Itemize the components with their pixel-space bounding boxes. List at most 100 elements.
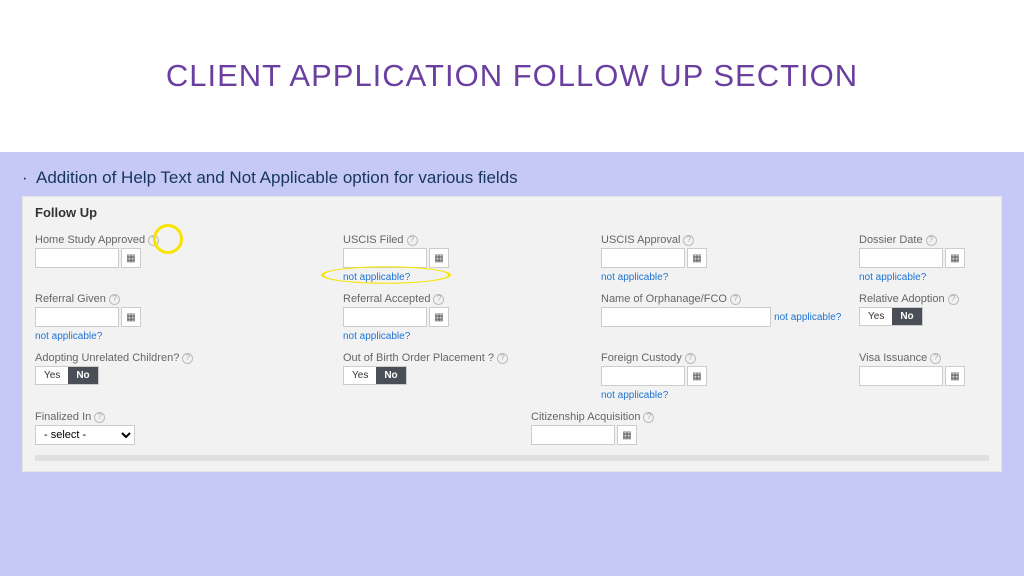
- help-icon[interactable]: ?: [730, 294, 741, 305]
- slide-title: CLIENT APPLICATION FOLLOW UP SECTION: [166, 58, 858, 94]
- help-icon[interactable]: ?: [148, 235, 159, 246]
- label-uscis-filed: USCIS Filed ?: [343, 234, 593, 246]
- calendar-icon[interactable]: ▦: [945, 248, 965, 268]
- not-applicable-link[interactable]: not applicable?: [601, 272, 668, 283]
- foreign-custody-date-input[interactable]: [601, 366, 685, 386]
- calendar-icon[interactable]: ▦: [429, 307, 449, 327]
- calendar-icon[interactable]: ▦: [617, 425, 637, 445]
- uscis-filed-date-input[interactable]: [343, 248, 427, 268]
- field-orphanage: Name of Orphanage/FCO ? not applicable?: [601, 293, 851, 342]
- row-4: Finalized In ? - select - Citizenship Ac…: [35, 411, 989, 445]
- label-foreign-custody: Foreign Custody ?: [601, 352, 851, 364]
- label-referral-given: Referral Given ?: [35, 293, 335, 305]
- home-study-date-input[interactable]: [35, 248, 119, 268]
- help-icon[interactable]: ?: [94, 412, 105, 423]
- help-icon[interactable]: ?: [643, 412, 654, 423]
- help-icon[interactable]: ?: [182, 353, 193, 364]
- field-relative-adoption: Relative Adoption ? Yes No: [859, 293, 999, 342]
- label-finalized-in: Finalized In ?: [35, 411, 335, 423]
- label-home-study: Home Study Approved ?: [35, 234, 335, 246]
- field-referral-accepted: Referral Accepted ? ▦ not applicable?: [343, 293, 593, 342]
- toggle-no[interactable]: No: [892, 308, 921, 325]
- dossier-date-input[interactable]: [859, 248, 943, 268]
- help-icon[interactable]: ?: [433, 294, 444, 305]
- help-icon[interactable]: ?: [685, 353, 696, 364]
- help-icon[interactable]: ?: [407, 235, 418, 246]
- referral-given-date-input[interactable]: [35, 307, 119, 327]
- label-visa-issuance: Visa Issuance ?: [859, 352, 999, 364]
- toggle-yes[interactable]: Yes: [36, 367, 68, 384]
- label-out-birth-order: Out of Birth Order Placement ? ?: [343, 352, 593, 364]
- out-birth-order-toggle[interactable]: Yes No: [343, 366, 407, 385]
- field-out-birth-order: Out of Birth Order Placement ? ? Yes No: [343, 352, 593, 401]
- calendar-icon[interactable]: ▦: [429, 248, 449, 268]
- not-applicable-link[interactable]: not applicable?: [774, 312, 841, 323]
- label-text: Home Study Approved: [35, 234, 145, 246]
- visa-issuance-date-input[interactable]: [859, 366, 943, 386]
- label-text: USCIS Approval: [601, 234, 680, 246]
- label-referral-accepted: Referral Accepted ?: [343, 293, 593, 305]
- help-icon[interactable]: ?: [683, 235, 694, 246]
- field-adopt-unrelated: Adopting Unrelated Children? ? Yes No: [35, 352, 335, 401]
- not-applicable-link[interactable]: not applicable?: [343, 331, 410, 342]
- label-text: USCIS Filed: [343, 234, 404, 246]
- help-icon[interactable]: ?: [109, 294, 120, 305]
- citizenship-date-input[interactable]: [531, 425, 615, 445]
- field-dossier-date: Dossier Date ? ▦ not applicable?: [859, 234, 999, 283]
- field-uscis-filed: USCIS Filed ? ▦ not applicable?: [343, 234, 593, 283]
- not-applicable-link[interactable]: not applicable?: [859, 272, 926, 283]
- calendar-icon[interactable]: ▦: [121, 307, 141, 327]
- calendar-icon[interactable]: ▦: [687, 366, 707, 386]
- help-icon[interactable]: ?: [948, 294, 959, 305]
- referral-accepted-date-input[interactable]: [343, 307, 427, 327]
- finalized-in-select[interactable]: - select -: [35, 425, 135, 445]
- row-2: Referral Given ? ▦ not applicable? Refer…: [35, 293, 989, 342]
- calendar-icon[interactable]: ▦: [121, 248, 141, 268]
- adopt-unrelated-toggle[interactable]: Yes No: [35, 366, 99, 385]
- help-icon[interactable]: ?: [926, 235, 937, 246]
- field-home-study: Home Study Approved ? ▦: [35, 234, 335, 283]
- toggle-no[interactable]: No: [68, 367, 97, 384]
- label-text: Out of Birth Order Placement ?: [343, 352, 494, 364]
- field-referral-given: Referral Given ? ▦ not applicable?: [35, 293, 335, 342]
- help-icon[interactable]: ?: [497, 353, 508, 364]
- panel-title: Follow Up: [35, 205, 989, 220]
- label-dossier-date: Dossier Date ?: [859, 234, 999, 246]
- field-foreign-custody: Foreign Custody ? ▦ not applicable?: [601, 352, 851, 401]
- not-applicable-link[interactable]: not applicable?: [35, 331, 102, 342]
- label-text: Foreign Custody: [601, 352, 682, 364]
- label-uscis-approval: USCIS Approval ?: [601, 234, 851, 246]
- uscis-approval-date-input[interactable]: [601, 248, 685, 268]
- bullet-text: Addition of Help Text and Not Applicable…: [22, 168, 1002, 188]
- row-3: Adopting Unrelated Children? ? Yes No Ou…: [35, 352, 989, 401]
- label-text: Referral Given: [35, 293, 106, 305]
- label-relative-adoption: Relative Adoption ?: [859, 293, 999, 305]
- label-text: Relative Adoption: [859, 293, 945, 305]
- help-icon[interactable]: ?: [930, 353, 941, 364]
- toggle-no[interactable]: No: [376, 367, 405, 384]
- toggle-yes[interactable]: Yes: [344, 367, 376, 384]
- calendar-icon[interactable]: ▦: [945, 366, 965, 386]
- follow-up-panel: Follow Up Home Study Approved ? ▦ USCIS …: [22, 196, 1002, 472]
- label-adopt-unrelated: Adopting Unrelated Children? ?: [35, 352, 335, 364]
- label-orphanage: Name of Orphanage/FCO ?: [601, 293, 851, 305]
- slide-body: Addition of Help Text and Not Applicable…: [0, 152, 1024, 472]
- field-uscis-approval: USCIS Approval ? ▦ not applicable?: [601, 234, 851, 283]
- label-text: Finalized In: [35, 411, 91, 423]
- calendar-icon[interactable]: ▦: [687, 248, 707, 268]
- toggle-yes[interactable]: Yes: [860, 308, 892, 325]
- label-text: Adopting Unrelated Children?: [35, 352, 179, 364]
- row-1: Home Study Approved ? ▦ USCIS Filed ? ▦: [35, 234, 989, 283]
- not-applicable-link[interactable]: not applicable?: [343, 272, 410, 283]
- orphanage-input[interactable]: [601, 307, 771, 327]
- label-text: Referral Accepted: [343, 293, 430, 305]
- relative-adoption-toggle[interactable]: Yes No: [859, 307, 923, 326]
- field-citizenship: Citizenship Acquisition ? ▦: [531, 411, 781, 445]
- label-text: Name of Orphanage/FCO: [601, 293, 727, 305]
- not-applicable-link[interactable]: not applicable?: [601, 390, 668, 401]
- panel-bottom-bar: [35, 455, 989, 461]
- slide-header: CLIENT APPLICATION FOLLOW UP SECTION: [0, 0, 1024, 152]
- field-finalized-in: Finalized In ? - select -: [35, 411, 335, 445]
- field-visa-issuance: Visa Issuance ? ▦: [859, 352, 999, 401]
- label-text: Citizenship Acquisition: [531, 411, 640, 423]
